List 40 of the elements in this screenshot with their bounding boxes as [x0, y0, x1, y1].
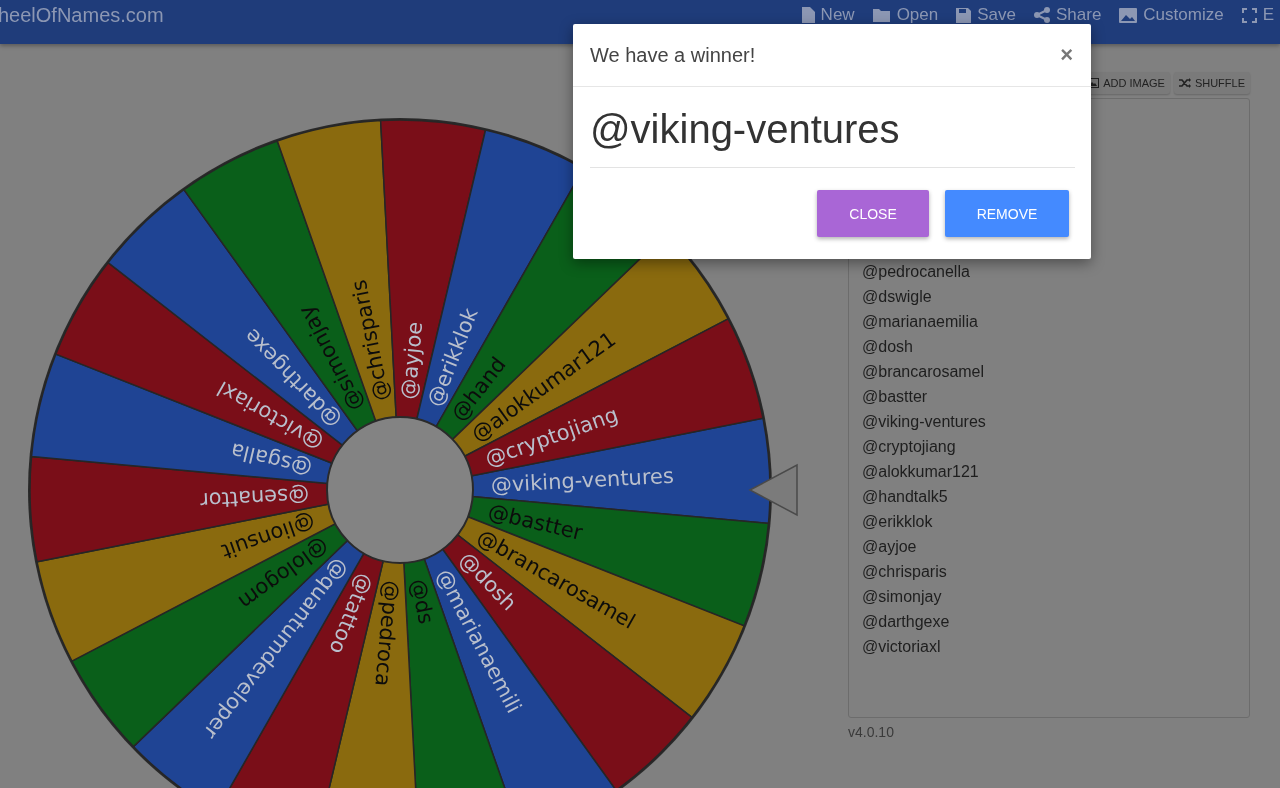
folder-icon: [872, 8, 891, 22]
entry-line: @chrisparis: [862, 562, 948, 582]
menu-link[interactable]: Share: [1033, 3, 1102, 27]
entry-line: @dswigle: [862, 287, 933, 307]
dialog-title: We have a winner!: [590, 43, 756, 67]
menu-link[interactable]: Open: [872, 3, 939, 27]
share-icon: [1033, 7, 1050, 23]
file-icon: [801, 7, 815, 23]
site-title[interactable]: heelOfNames.com: [0, 3, 164, 27]
entry-line: @viking-ventures: [862, 412, 987, 432]
entry-line: @cryptojiang: [862, 437, 957, 457]
menu-link[interactable]: E: [1241, 3, 1274, 27]
winner-name: @viking-ventures: [590, 105, 1075, 168]
entry-line: @alokkumar121: [862, 462, 980, 482]
wheel-label: @pedroca: [370, 579, 404, 688]
entry-line: @bastter: [862, 387, 929, 407]
version-label: v4.0.10: [848, 724, 895, 740]
entry-line: @brancarosamel: [862, 362, 986, 382]
entry-line: @victoriaxl: [862, 637, 942, 657]
menu-link[interactable]: New: [801, 3, 855, 27]
entry-line: @darthgexe: [862, 612, 951, 632]
image-icon: [1119, 7, 1138, 23]
entry-line: @pedrocanella: [862, 262, 971, 282]
entry-line: @erikklok: [862, 512, 934, 532]
wheel-label: @senattor: [199, 482, 310, 513]
fullscreen-icon: [1241, 7, 1257, 23]
floppy-icon: [956, 7, 972, 23]
remove-button[interactable]: REMOVE: [945, 190, 1069, 237]
close-button[interactable]: CLOSE: [817, 190, 929, 237]
entry-line: @simonjay: [862, 587, 943, 607]
shuffle-button[interactable]: SHUFFLE: [1173, 72, 1250, 94]
entry-line: @marianaemilia: [862, 312, 979, 332]
menu-link[interactable]: Customize: [1119, 3, 1224, 27]
entry-line: @dosh: [862, 337, 914, 357]
shuffle-icon: [1178, 78, 1191, 88]
entry-line: @handtalk5: [862, 487, 949, 507]
entry-line: @ayjoe: [862, 537, 918, 557]
wheel-label: @ayjoe: [396, 320, 428, 401]
menu-link[interactable]: Save: [956, 3, 1016, 27]
pointer-icon: [748, 463, 798, 517]
